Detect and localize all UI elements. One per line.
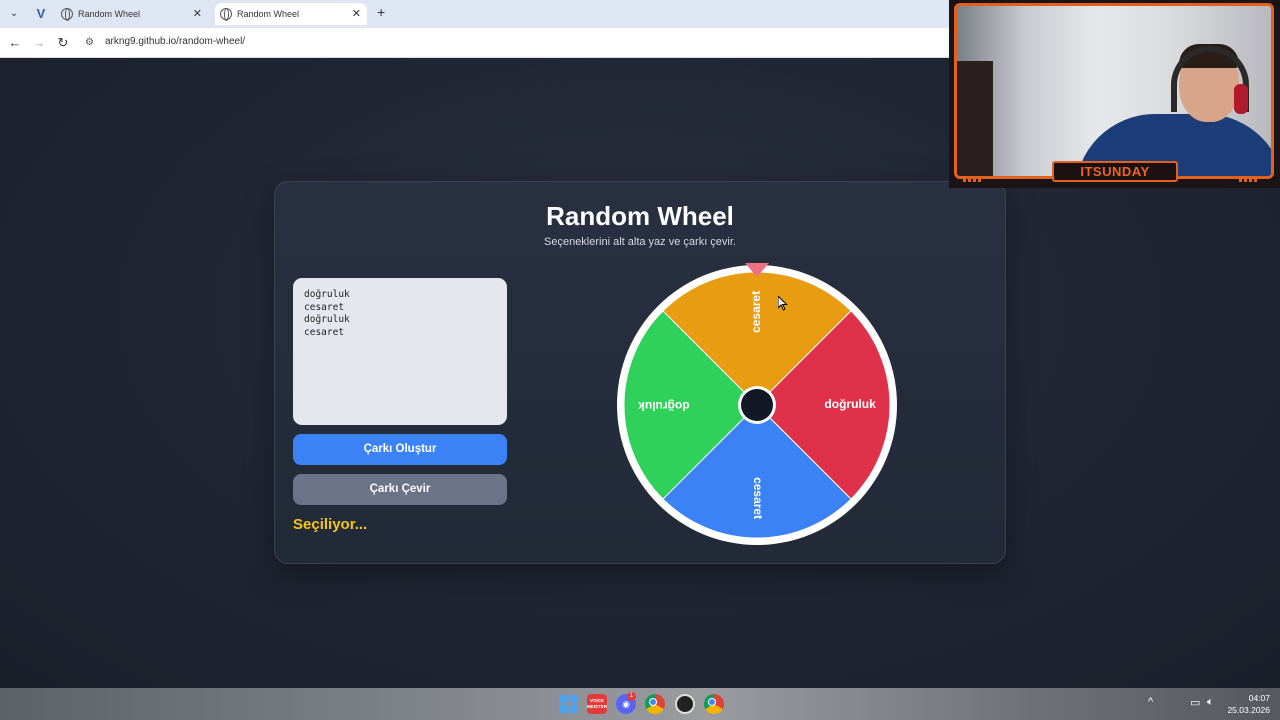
create-wheel-button[interactable]: Çarkı Oluştur	[293, 434, 507, 465]
webcam-video	[954, 3, 1274, 179]
tray-chevron-icon[interactable]: ^	[1148, 696, 1153, 708]
discord-notification-badge: 1	[627, 692, 636, 701]
browser-logo-icon[interactable]: V	[33, 6, 49, 22]
headset-earcup	[1234, 84, 1248, 114]
webcam-background-shelf	[957, 61, 993, 176]
forward-arrow-icon[interactable]: →	[30, 34, 48, 52]
system-clock[interactable]: 04:07 25.03.2026	[1227, 692, 1270, 716]
tab-title: Random Wheel	[237, 9, 300, 19]
tab-menu-chevron-icon[interactable]: ⌄	[6, 6, 22, 22]
obs-icon[interactable]	[675, 694, 695, 714]
wheel-segment-label: cesaret	[751, 477, 765, 519]
channel-name-label: ITSUNDAY	[1052, 161, 1178, 182]
network-icon[interactable]: ▭	[1190, 696, 1200, 709]
spin-wheel-button[interactable]: Çarkı Çevir	[293, 474, 507, 505]
status-text: Seçiliyor...	[293, 516, 368, 533]
browser-tab-1[interactable]: Random Wheel ✕	[56, 3, 208, 25]
close-tab-icon[interactable]: ✕	[352, 3, 361, 25]
spin-wheel[interactable]: cesaret doğruluk cesaret doğruluk	[615, 263, 899, 547]
voicemeeter-icon[interactable]: VOICE MEISTER	[587, 694, 607, 714]
tab-title: Random Wheel	[78, 9, 141, 19]
wheel-segment-label: doğruluk	[638, 399, 690, 413]
clock-time: 04:07	[1248, 693, 1270, 703]
options-textarea[interactable]	[293, 278, 507, 425]
webcam-overlay: ITSUNDAY	[949, 0, 1280, 188]
clock-date: 25.03.2026	[1227, 705, 1270, 715]
wheel-hub	[741, 389, 773, 421]
chrome-icon[interactable]	[645, 694, 665, 714]
wheel-app-card: Random Wheel Seçeneklerini alt alta yaz …	[274, 181, 1006, 564]
wheel-segment-label: doğruluk	[824, 397, 876, 411]
reload-icon[interactable]: ↻	[54, 34, 72, 52]
windows-taskbar: VOICE MEISTER ◉ ^ ▭ 🔈︎ 04:07 25.03.2026	[0, 688, 1280, 720]
volume-icon[interactable]: 🔈︎	[1207, 696, 1214, 709]
chrome-icon[interactable]	[704, 694, 724, 714]
mouse-cursor-icon	[778, 296, 788, 311]
page-title: Random Wheel	[546, 201, 734, 231]
new-tab-icon[interactable]: +	[377, 4, 385, 20]
globe-icon	[61, 8, 73, 21]
page-subtitle: Seçeneklerini alt alta yaz ve çarkı çevi…	[544, 236, 736, 248]
globe-icon	[220, 8, 232, 21]
close-tab-icon[interactable]: ✕	[193, 3, 202, 25]
wheel-segment-label: cesaret	[749, 291, 763, 333]
back-arrow-icon[interactable]: ←	[6, 34, 24, 52]
frame-decoration	[1239, 178, 1259, 182]
frame-decoration	[963, 178, 983, 182]
windows-start-icon[interactable]	[558, 694, 578, 714]
url-field[interactable]: arkng9.github.io/random-wheel/	[105, 36, 245, 47]
site-settings-icon[interactable]: ⚙	[85, 37, 97, 49]
browser-tab-2[interactable]: Random Wheel ✕	[215, 3, 367, 25]
